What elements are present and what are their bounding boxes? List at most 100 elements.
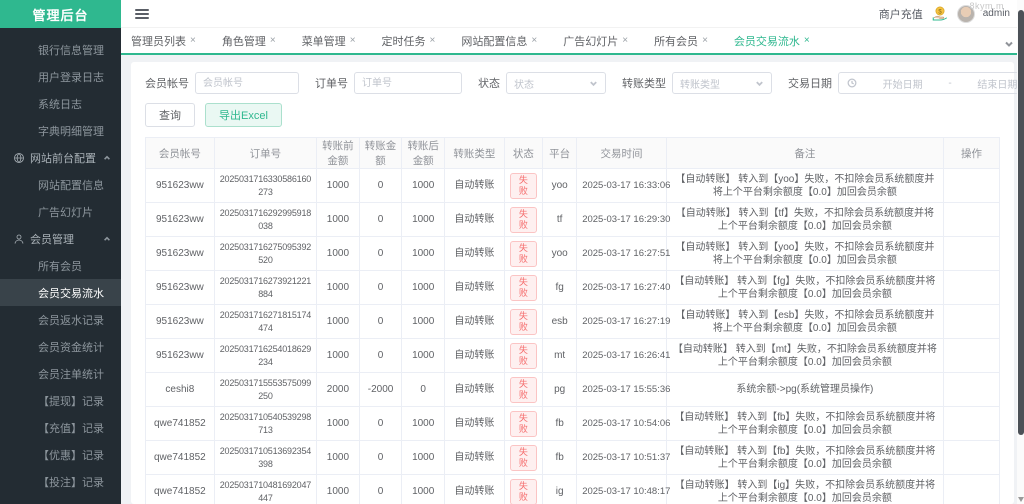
cell-transfer-type: 自动转账 <box>444 304 505 339</box>
cell-time: 2025-03-17 16:26:41 <box>576 338 670 373</box>
cell-order: 2025031716271815174474 <box>214 304 318 339</box>
cell-amount: 0 <box>359 168 403 203</box>
tab-label: 广告幻灯片 <box>563 35 619 48</box>
hamburger-icon[interactable] <box>135 8 149 19</box>
cell-remark: 【自动转账】 转入到【mt】失败，不扣除会员系统额度并将上个平台剩余额度【0.0… <box>666 338 945 373</box>
status-select[interactable]: 状态 <box>506 72 606 94</box>
cell-time: 2025-03-17 10:48:17 <box>576 474 670 504</box>
sidebar-item[interactable]: 广告幻灯片 <box>0 198 121 225</box>
cell-amount: 0 <box>359 338 403 373</box>
cell-account: 951623ww <box>146 202 215 237</box>
filter-bar: 会员帐号 订单号 状态 状态 转账 <box>145 72 1024 94</box>
cell-post-amount: 1000 <box>401 304 446 339</box>
sidebar-item[interactable]: 会员资金统计 <box>0 333 121 360</box>
sidebar-item[interactable]: 银行信息管理 <box>0 36 121 63</box>
cell-remark: 【自动转账】 转入到【fg】失败，不扣除会员系统额度并将上个平台剩余额度【0.0… <box>666 270 945 305</box>
sidebar-item[interactable]: 用户登录日志 <box>0 63 121 90</box>
export-excel-button[interactable]: 导出Excel <box>205 103 282 127</box>
date-range-picker[interactable]: 开始日期 - 结束日期 <box>838 72 1024 94</box>
scrollbar-thumb[interactable] <box>1017 10 1024 435</box>
close-icon[interactable]: × <box>430 35 436 46</box>
close-icon[interactable]: × <box>190 35 196 46</box>
cell-time: 2025-03-17 16:33:06 <box>576 168 670 203</box>
sidebar-item[interactable]: 网站配置信息 <box>0 171 121 198</box>
sidebar-menu: 银行信息管理 用户登录日志 系统日志 字典明细管理 网站前台配置 网站配置信息 广告幻灯片会… <box>0 28 121 495</box>
start-date-placeholder: 开始日期 <box>882 79 923 91</box>
tab[interactable]: 定时任务 × <box>382 33 436 49</box>
close-icon[interactable]: × <box>350 35 356 46</box>
user-icon <box>13 233 25 245</box>
trade-date-label: 交易日期 <box>788 78 832 90</box>
sidebar-item[interactable]: 【提现】记录 <box>0 387 121 414</box>
cell-time: 2025-03-17 10:51:37 <box>576 440 670 475</box>
close-icon[interactable]: × <box>702 35 708 46</box>
sidebar-item[interactable]: 会员交易流水 <box>0 279 121 306</box>
merchant-recharge-link[interactable]: 商户充值 <box>879 6 923 22</box>
tabbar-dropdown-icon[interactable] <box>1004 36 1014 54</box>
tab[interactable]: 会员交易流水 × <box>734 33 810 49</box>
tab[interactable]: 管理员列表 × <box>131 33 196 49</box>
cell-remark: 【自动转账】 转入到【yoo】失败，不扣除会员系统额度并将上个平台剩余额度【0.… <box>666 168 945 203</box>
column-header: 状态 <box>504 138 544 169</box>
end-date-placeholder: 结束日期 <box>977 79 1018 91</box>
topbar: 商户充值 $ admin <box>121 0 1024 28</box>
cell-amount: 0 <box>359 236 403 271</box>
tab[interactable]: 角色管理 × <box>222 33 276 49</box>
close-icon[interactable]: × <box>804 35 810 46</box>
cell-post-amount: 1000 <box>401 270 446 305</box>
main-area: 商户充值 $ admin 管理员列表 × 角色管理 × 菜单管理 × 定时任务 × 网站配置信息… <box>121 0 1024 504</box>
status-select-placeholder: 状态 <box>514 79 534 91</box>
cell-status: 失败 <box>504 474 544 504</box>
globe-icon <box>13 152 25 164</box>
cell-time: 2025-03-17 16:27:51 <box>576 236 670 271</box>
close-icon[interactable]: × <box>531 35 537 46</box>
cell-action <box>943 338 999 373</box>
cell-action <box>943 372 999 407</box>
status-badge: 失败 <box>509 274 538 301</box>
cell-transfer-type: 自动转账 <box>444 270 505 305</box>
status-badge: 失败 <box>509 342 538 369</box>
tab[interactable]: 网站配置信息 × <box>461 33 537 49</box>
tab[interactable]: 广告幻灯片 × <box>563 33 628 49</box>
sidebar-item[interactable]: 网站前台配置 <box>0 144 121 171</box>
sidebar-item[interactable]: 会员返水记录 <box>0 306 121 333</box>
app-window: 管理后台 银行信息管理 用户登录日志 系统日志 字典明细管理 网站前台配置 网站配置信息广… <box>0 0 1024 504</box>
sidebar-item[interactable]: 【优惠】记录 <box>0 441 121 468</box>
sidebar-item[interactable]: 字典明细管理 <box>0 117 121 144</box>
sidebar-item[interactable]: 会员管理 <box>0 225 121 252</box>
transactions-table: 会员帐号 订单号 转账前金额 转账金额 转账后金额 转账类型 状态 平台 交易时间 备注 操作 95… <box>145 137 1000 504</box>
cell-platform: esb <box>542 304 578 339</box>
sidebar-item[interactable]: 系统日志 <box>0 90 121 117</box>
cell-platform: tf <box>542 202 578 237</box>
order-input[interactable] <box>354 72 462 94</box>
page-scrollbar[interactable] <box>1017 0 1024 504</box>
cell-status: 失败 <box>504 440 544 475</box>
cell-amount: 0 <box>359 304 403 339</box>
coin-hand-icon[interactable]: $ <box>931 5 949 23</box>
filter-transfer-type: 转账类型 转账类型 <box>622 72 772 94</box>
cell-account: 951623ww <box>146 168 215 203</box>
tab[interactable]: 所有会员 × <box>654 33 708 49</box>
sidebar-group-label: 网站前台配置 <box>30 152 96 165</box>
sidebar-item[interactable]: 【投注】记录 <box>0 468 121 495</box>
close-icon[interactable]: × <box>270 35 276 46</box>
sidebar-item[interactable]: 所有会员 <box>0 252 121 279</box>
cell-transfer-type: 自动转账 <box>444 406 505 441</box>
cell-pre-amount: 1000 <box>316 440 360 475</box>
cell-pre-amount: 1000 <box>316 304 360 339</box>
sidebar-item[interactable]: 会员注单统计 <box>0 360 121 387</box>
search-button[interactable]: 查询 <box>145 103 195 127</box>
status-badge: 失败 <box>509 172 538 199</box>
transfer-type-select[interactable]: 转账类型 <box>672 72 772 94</box>
cell-time: 2025-03-17 16:27:19 <box>576 304 670 339</box>
cell-platform: yoo <box>542 168 578 203</box>
tab[interactable]: 菜单管理 × <box>302 33 356 49</box>
close-icon[interactable]: × <box>622 35 628 46</box>
column-header: 备注 <box>666 138 945 169</box>
scrollbar-down-arrow[interactable] <box>1018 497 1024 502</box>
content-area: 会员帐号 订单号 状态 状态 转账 <box>121 55 1024 504</box>
status-label: 状态 <box>478 78 500 90</box>
account-input[interactable] <box>195 72 299 94</box>
sidebar-item[interactable]: 【充值】记录 <box>0 414 121 441</box>
cell-platform: yoo <box>542 236 578 271</box>
